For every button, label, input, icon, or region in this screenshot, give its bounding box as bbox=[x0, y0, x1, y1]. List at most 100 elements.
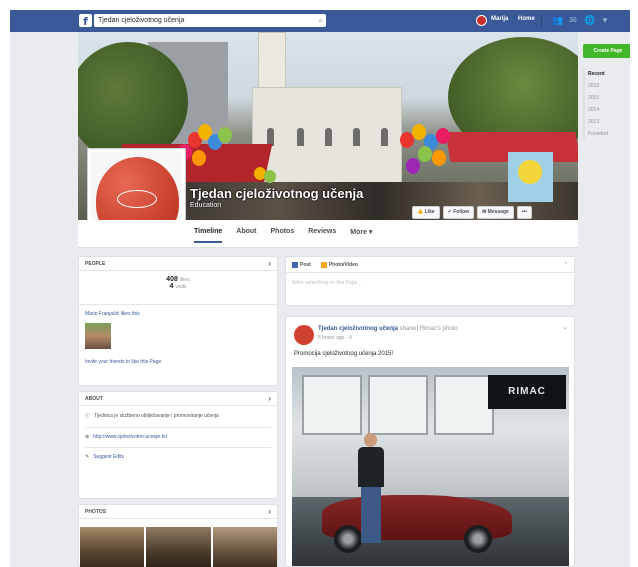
about-divider bbox=[85, 447, 271, 448]
website-link[interactable]: http://www.cjelozivotno-ucenje.hr/ bbox=[93, 434, 167, 440]
pencil-icon: ✎ bbox=[85, 454, 90, 460]
chevron-right-icon[interactable]: › bbox=[268, 259, 271, 268]
search-input[interactable]: Tjedan cjeloživotnog učenja ⌕ bbox=[94, 14, 326, 27]
tab-about[interactable]: About bbox=[236, 228, 256, 243]
about-card: ABOUT › ⓘ Tjednica je službeno obilježav… bbox=[78, 391, 278, 499]
composer-tabs: Post Photo/Video × bbox=[286, 257, 574, 273]
invite-friends-link[interactable]: Invite your friends to like this Page bbox=[85, 359, 271, 365]
year-link[interactable]: 2014 bbox=[588, 104, 608, 116]
post-image[interactable]: RIMAC bbox=[292, 367, 569, 566]
balloon bbox=[432, 150, 446, 166]
rimac-sign: RIMAC bbox=[488, 375, 566, 409]
photos-card-title: PHOTOS bbox=[85, 509, 107, 515]
user-avatar[interactable] bbox=[476, 15, 487, 26]
people-card-header[interactable]: PEOPLE › bbox=[79, 257, 277, 271]
church-window bbox=[353, 128, 360, 146]
messages-icon[interactable]: ✉ bbox=[568, 15, 578, 25]
car-wheel bbox=[464, 525, 492, 553]
about-divider bbox=[85, 427, 271, 428]
post-author-avatar[interactable] bbox=[294, 325, 314, 345]
message-button[interactable]: ✉ Message bbox=[477, 206, 514, 219]
year-link[interactable]: Recent bbox=[588, 68, 608, 80]
info-icon: ⓘ bbox=[85, 413, 91, 419]
search-icon[interactable]: ⌕ bbox=[319, 14, 323, 27]
balloon bbox=[218, 127, 232, 143]
post-author-line: Tjedan cjeloživotnog učenja shared Rimac… bbox=[318, 326, 458, 332]
post-options-icon[interactable]: ⌄ bbox=[562, 323, 568, 331]
create-page-button[interactable]: Create Page bbox=[583, 44, 630, 58]
balloon bbox=[436, 128, 450, 144]
balloon bbox=[192, 150, 206, 166]
friend-requests-icon[interactable]: 👥 bbox=[552, 15, 563, 25]
more-options-button[interactable]: ••• bbox=[516, 206, 533, 219]
composer-input[interactable]: Write something on this Page... bbox=[286, 273, 574, 293]
balloon bbox=[418, 146, 432, 162]
user-name-link[interactable]: Marija bbox=[491, 16, 508, 22]
cover-action-buttons: 👍 Like ✓ Follow ✉ Message ••• bbox=[412, 206, 533, 219]
home-link[interactable]: Home bbox=[518, 16, 535, 22]
profile-logo-emblem bbox=[117, 190, 157, 208]
photo-thumbnail[interactable] bbox=[146, 527, 211, 567]
post-timestamp[interactable]: 5 hours ago · ⚲ bbox=[318, 335, 353, 341]
photo-thumbnail[interactable] bbox=[80, 527, 145, 567]
post-author-name[interactable]: Tjedan cjeloživotnog učenja bbox=[318, 326, 398, 332]
about-description-row: ⓘ Tjednica je službeno obilježavanje i p… bbox=[85, 412, 271, 420]
chevron-right-icon[interactable]: › bbox=[268, 507, 271, 516]
post-tab-label: Post bbox=[300, 261, 311, 268]
page-category[interactable]: Education bbox=[190, 202, 221, 209]
balloon bbox=[264, 170, 276, 183]
balloon bbox=[406, 158, 420, 174]
about-content: ⓘ Tjednica je službeno obilježavanje i p… bbox=[79, 406, 277, 466]
post-tab[interactable]: Post bbox=[292, 261, 311, 268]
facebook-page: f Tjedan cjeloživotnog učenja ⌕ Marija H… bbox=[10, 10, 630, 567]
tab-photos[interactable]: Photos bbox=[271, 228, 295, 243]
visits-label: visits bbox=[175, 284, 187, 290]
showroom-window bbox=[302, 375, 362, 435]
photos-card: PHOTOS › bbox=[78, 504, 278, 567]
tab-more[interactable]: More ▾ bbox=[350, 228, 372, 243]
about-card-title: ABOUT bbox=[85, 396, 103, 402]
people-friends: Mario Franjašić likes this Invite your f… bbox=[79, 305, 277, 365]
suggest-edits-link[interactable]: Suggest Edits bbox=[93, 454, 124, 460]
likes-count: 408 bbox=[166, 276, 178, 283]
visits-count: 4 bbox=[169, 283, 174, 290]
message-button-label: Message bbox=[487, 209, 509, 215]
photo-thumbnail[interactable] bbox=[212, 527, 277, 567]
topbar-divider bbox=[541, 15, 542, 27]
timeline-year-nav: Recent 2016 2015 2014 2013 Founded bbox=[583, 68, 608, 140]
notifications-icon[interactable]: 🌐 bbox=[584, 15, 595, 25]
suggest-edits-row: ✎ Suggest Edits bbox=[85, 454, 271, 460]
cover-poster-face bbox=[518, 160, 542, 184]
showroom-window bbox=[434, 375, 494, 435]
about-description: Tjednica je službeno obilježavanje i pro… bbox=[94, 413, 219, 419]
year-link[interactable]: Founded bbox=[588, 128, 608, 140]
post-text: Promocija cjeloživotnog učenja 2015! bbox=[294, 351, 394, 357]
photos-card-header[interactable]: PHOTOS › bbox=[79, 505, 277, 519]
page-tabs: Timeline About Photos Reviews More ▾ bbox=[194, 228, 372, 243]
about-website-row: ⊕ http://www.cjelozivotno-ucenje.hr/ bbox=[85, 434, 271, 440]
year-link[interactable]: 2016 bbox=[588, 80, 608, 92]
year-link[interactable]: 2013 bbox=[588, 116, 608, 128]
tab-timeline[interactable]: Timeline bbox=[194, 228, 223, 243]
people-card-title: PEOPLE bbox=[85, 261, 106, 267]
about-card-header[interactable]: ABOUT › bbox=[79, 392, 277, 406]
friends-like-text: Mario Franjašić likes this bbox=[85, 311, 140, 317]
facebook-logo-icon[interactable]: f bbox=[79, 14, 92, 28]
post-composer: Post Photo/Video × Write something on th… bbox=[285, 256, 575, 306]
close-icon[interactable]: × bbox=[564, 261, 568, 268]
church-window bbox=[297, 128, 304, 146]
church-tower bbox=[258, 32, 286, 94]
like-button[interactable]: 👍 Like bbox=[412, 206, 440, 219]
tab-reviews[interactable]: Reviews bbox=[308, 228, 336, 243]
page-navigation-bar: Timeline About Photos Reviews More ▾ bbox=[78, 220, 578, 248]
photo-video-tab[interactable]: Photo/Video bbox=[320, 261, 358, 268]
page-title[interactable]: Tjedan cjeloživotnog učenja bbox=[190, 186, 363, 201]
year-link[interactable]: 2015 bbox=[588, 92, 608, 104]
person-figure bbox=[358, 433, 384, 543]
settings-dropdown-icon[interactable]: ▾ bbox=[600, 15, 610, 25]
chevron-right-icon[interactable]: › bbox=[268, 394, 271, 403]
photos-grid bbox=[80, 527, 277, 567]
follow-button[interactable]: ✓ Follow bbox=[442, 206, 475, 219]
topbar-icons: 👥 ✉ 🌐 ▾ bbox=[552, 15, 610, 25]
friend-avatar[interactable] bbox=[85, 323, 111, 349]
